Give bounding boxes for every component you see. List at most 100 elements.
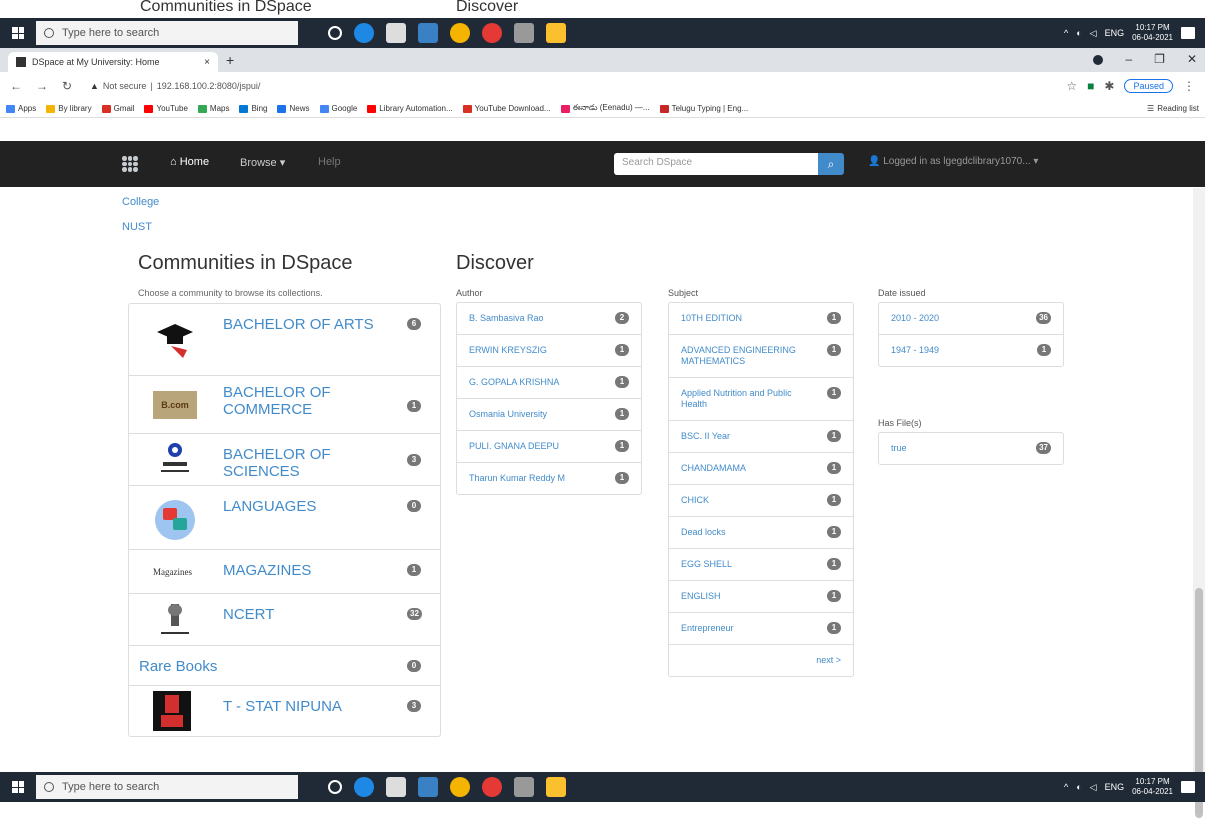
community-name-link[interactable]: BACHELOR OF COMMERCE [223, 384, 383, 418]
link-college[interactable]: College [122, 190, 159, 215]
community-name-link[interactable]: NCERT [223, 606, 274, 623]
new-tab-button[interactable]: + [226, 52, 234, 68]
bookmark-item[interactable]: YouTube Download... [462, 104, 551, 113]
start-button[interactable] [0, 772, 36, 802]
subject-facet-item[interactable]: CHANDAMAMA 1 [669, 453, 853, 485]
chevron-up-icon[interactable]: ^ [1064, 28, 1068, 38]
tab-close-icon[interactable]: × [204, 57, 210, 68]
browser-tab[interactable]: DSpace at My University: Home × [8, 52, 218, 72]
subject-facet-link[interactable]: CHICK [681, 495, 841, 506]
subject-facet-link[interactable]: ENGLISH [681, 591, 841, 602]
community-item[interactable]: Rare Books 0 [129, 646, 440, 686]
bookmark-item[interactable]: Telugu Typing | Eng... [659, 104, 748, 113]
subject-facet-link[interactable]: Applied Nutrition and Public Health [681, 388, 841, 410]
author-facet-link[interactable]: G. GOPALA KRISHNA [469, 377, 629, 388]
subject-facet-item[interactable]: CHICK 1 [669, 485, 853, 517]
author-facet-link[interactable]: PULI. GNANA DEEPU [469, 441, 629, 452]
opera-icon[interactable] [482, 23, 502, 43]
menu-kebab-icon[interactable]: ⋮ [1183, 79, 1195, 93]
cortana-icon[interactable] [328, 26, 342, 40]
subject-facet-link[interactable]: 10TH EDITION [681, 313, 841, 324]
puzzle-icon[interactable]: ✱ [1104, 79, 1114, 93]
subject-facet-link[interactable]: Entrepreneur [681, 623, 841, 634]
taskbar-search[interactable]: Type here to search [36, 21, 298, 45]
network-icon[interactable]: ◐ [1076, 782, 1081, 792]
file-explorer-icon[interactable] [546, 777, 566, 797]
back-arrow-icon[interactable]: ← [10, 79, 22, 93]
subject-facet-item[interactable]: Dead locks 1 [669, 517, 853, 549]
bookmark-item[interactable]: Library Automation... [367, 104, 453, 113]
community-item[interactable]: LANGUAGES 0 [129, 486, 440, 550]
subject-facet-link[interactable]: Dead locks [681, 527, 841, 538]
store-icon[interactable] [386, 23, 406, 43]
bookmark-item[interactable]: Bing [239, 104, 267, 113]
subject-next-link[interactable]: next > [669, 645, 853, 676]
subject-facet-item[interactable]: 10TH EDITION 1 [669, 303, 853, 335]
edge-icon[interactable] [354, 777, 374, 797]
author-facet-link[interactable]: ERWIN KREYSZIG [469, 345, 629, 356]
clock[interactable]: 10:17 PM 06-04-2021 [1132, 777, 1173, 797]
bookmark-item[interactable]: YouTube [144, 104, 188, 113]
author-facet-item[interactable]: G. GOPALA KRISHNA 1 [457, 367, 641, 399]
chrome-icon[interactable] [450, 777, 470, 797]
extension-icon[interactable]: ■ [1087, 79, 1094, 93]
community-name-link[interactable]: BACHELOR OF SCIENCES [223, 446, 403, 480]
notification-icon[interactable] [1181, 27, 1195, 39]
notification-icon[interactable] [1181, 781, 1195, 793]
subject-facet-link[interactable]: BSC. II Year [681, 431, 841, 442]
subject-facet-item[interactable]: Entrepreneur 1 [669, 613, 853, 645]
nav-home-link[interactable]: ⌂ Home [170, 156, 209, 168]
date-facet-link[interactable]: 2010 - 2020 [891, 313, 1051, 324]
community-item[interactable]: B.com BACHELOR OF COMMERCE 1 [129, 376, 440, 434]
maximize-icon[interactable]: ❐ [1154, 52, 1165, 66]
community-item[interactable]: T - STAT NIPUNA 3 [129, 686, 440, 736]
bookmark-item[interactable]: ఈనాడు (Eenadu) —... [560, 103, 650, 114]
nav-help-link[interactable]: Help [318, 156, 341, 168]
url-field[interactable]: ▲ Not secure | 192.168.100.2:8080/jspui/ [90, 81, 260, 91]
subject-facet-item[interactable]: ADVANCED ENGINEERING MATHEMATICS 1 [669, 335, 853, 378]
nav-browse-dropdown[interactable]: Browse ▾ [240, 156, 285, 169]
community-item[interactable]: Magazines MAGAZINES 1 [129, 550, 440, 594]
author-facet-item[interactable]: Tharun Kumar Reddy M1 [457, 463, 641, 494]
bookmark-item[interactable]: Google [319, 104, 357, 113]
start-button[interactable] [0, 18, 36, 48]
author-facet-link[interactable]: Tharun Kumar Reddy M [469, 473, 629, 484]
dspace-search-input[interactable]: Search DSpace [614, 153, 818, 175]
date-facet-item[interactable]: 2010 - 2020 36 [879, 303, 1063, 335]
community-item[interactable]: BACHELOR OF SCIENCES 3 [129, 434, 440, 486]
file-explorer-icon[interactable] [546, 23, 566, 43]
cortana-icon[interactable] [328, 780, 342, 794]
bookmark-item[interactable]: By library [46, 104, 92, 113]
chevron-up-icon[interactable]: ^ [1064, 782, 1068, 792]
author-facet-item[interactable]: ERWIN KREYSZIG 1 [457, 335, 641, 367]
community-name-link[interactable]: LANGUAGES [223, 498, 316, 515]
mail-icon[interactable] [418, 777, 438, 797]
edge-icon[interactable] [354, 23, 374, 43]
user-dropdown[interactable]: 👤 Logged in as lgegdclibrary1070... ▾ [868, 156, 1038, 167]
subject-facet-item[interactable]: BSC. II Year 1 [669, 421, 853, 453]
date-facet-link[interactable]: 1947 - 1949 [891, 345, 1051, 356]
dspace-search-button[interactable]: ⌕ [818, 153, 844, 175]
files-facet-link[interactable]: true [891, 443, 1051, 454]
bookmark-item[interactable]: Gmail [101, 104, 134, 113]
community-name-link[interactable]: BACHELOR OF ARTS [223, 316, 374, 333]
bookmark-item[interactable]: News [277, 104, 310, 113]
link-nust[interactable]: NUST [122, 215, 159, 240]
author-facet-item[interactable]: PULI. GNANA DEEPU 1 [457, 431, 641, 463]
community-name-link[interactable]: MAGAZINES [223, 562, 311, 579]
chrome-icon[interactable] [450, 23, 470, 43]
clock[interactable]: 10:17 PM 06-04-2021 [1132, 23, 1173, 43]
files-facet-item[interactable]: true 37 [879, 433, 1063, 464]
dspace-logo-icon[interactable] [122, 156, 138, 172]
date-facet-item[interactable]: 1947 - 1949 1 [879, 335, 1063, 366]
star-icon[interactable]: ☆ [1066, 79, 1077, 93]
page-scrollbar[interactable] [1193, 188, 1205, 818]
language-indicator[interactable]: ENG [1105, 782, 1125, 792]
author-facet-link[interactable]: B. Sambasiva Rao [469, 313, 629, 324]
opera-icon[interactable] [482, 777, 502, 797]
author-facet-link[interactable]: Osmania University [469, 409, 629, 420]
volume-icon[interactable]: ◁ [1090, 782, 1097, 793]
network-icon[interactable]: ◐ [1076, 28, 1081, 38]
reading-list-button[interactable]: ☰ Reading list [1147, 104, 1199, 113]
bookmark-item[interactable]: Maps [197, 104, 229, 113]
